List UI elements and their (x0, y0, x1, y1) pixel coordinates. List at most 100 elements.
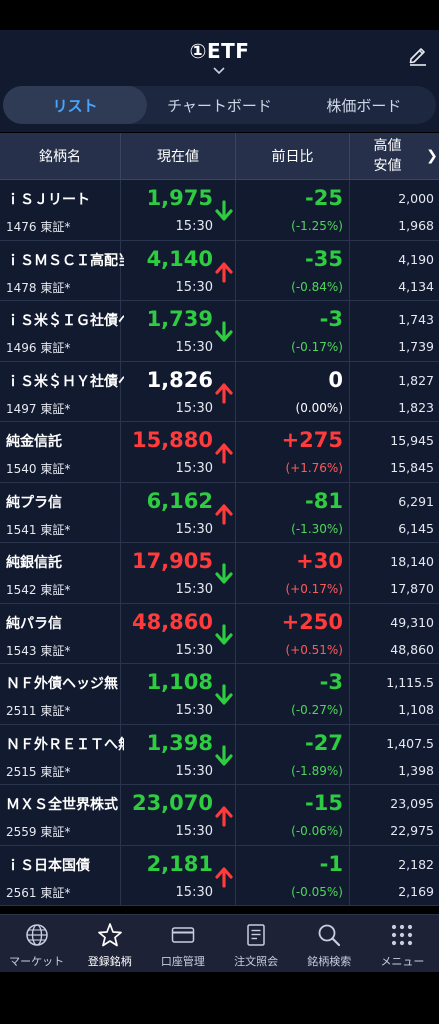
percent-change: (-1.89%) (291, 763, 343, 778)
price-change: +250 (281, 609, 343, 634)
price-time: 15:30 (175, 461, 213, 476)
name-cell: 純銀信託 1542 東証* (0, 543, 121, 603)
column-change[interactable]: 前日比 (236, 133, 350, 179)
arrow-down-icon (215, 744, 233, 766)
high-price: 6,291 (398, 493, 434, 509)
change-cell: -27 (-1.89%) (236, 724, 350, 784)
arrow-down-icon (215, 684, 233, 705)
watchlist-title[interactable]: ①ETF (0, 39, 439, 63)
low-price: 17,870 (390, 581, 434, 596)
price-time: 15:30 (175, 279, 213, 295)
nav-item-star[interactable]: 登録銘柄 (73, 915, 146, 972)
stock-row[interactable]: ｉＳ米＄ＩＧ社債ヘジ 1496 東証* 1,739 15:30 -3 (-0.17%) 1,… (0, 301, 439, 362)
stock-name: ｉＳ日本国債 (6, 857, 90, 874)
search-icon (318, 924, 341, 947)
price-change: -27 (305, 730, 343, 755)
price-time: 15:30 (175, 642, 213, 658)
price-time: 15:30 (175, 824, 213, 839)
name-cell: ＮＦ外ＲＥＩＴへ無 2515 東証* (0, 724, 124, 784)
price-cell: 15,880 15:30 (121, 422, 236, 482)
tab-price-board[interactable]: 株価ボード (292, 86, 436, 124)
current-price: 15,880 (131, 428, 213, 452)
change-cell: -81 (-1.30%) (236, 482, 350, 542)
nav-item-globe[interactable]: マーケット (0, 915, 73, 972)
name-cell: ｉＳＪリート 1476 東証* (0, 180, 121, 240)
percent-change: (-0.17%) (291, 340, 343, 354)
stock-name: ＭＸＳ全世界株式 (6, 797, 118, 813)
card-icon (171, 927, 195, 943)
pencil-icon[interactable] (407, 44, 429, 66)
next-columns-chevron-icon[interactable]: ❯ (425, 133, 439, 179)
nav-item-grid[interactable]: メニュー (366, 915, 439, 972)
star-icon (97, 923, 122, 947)
arrow-up-icon (215, 503, 233, 525)
stock-row[interactable]: ｉＳＭＳＣＩ高配当 1478 東証* 4,140 15:30 -35 (-0.84%) 4,… (0, 240, 439, 301)
stock-row[interactable]: 純銀信託 1542 東証* 17,905 15:30 +30 (+0.17%) 18,140… (0, 543, 439, 604)
stock-row[interactable]: ＭＸＳ全世界株式 2559 東証* 23,070 15:30 -15 (-0.06%) 23… (0, 785, 439, 846)
price-time: 15:30 (175, 340, 213, 355)
high-low-cell: 1,827 1,823 (350, 362, 439, 422)
column-name[interactable]: 銘柄名 (0, 133, 121, 179)
percent-change: (+0.17%) (285, 582, 343, 596)
low-price: 1,968 (398, 218, 434, 233)
low-price: 6,145 (398, 520, 434, 536)
column-price[interactable]: 現在値 (121, 133, 236, 179)
price-change: -1 (319, 851, 343, 876)
stock-row[interactable]: ｉＳ米＄ＨＹ社債ヘジ 1497 東証* 1,826 15:30 0 (0.00%) 1,82… (0, 361, 439, 422)
view-tabs: リスト チャートボード 株価ボード (3, 86, 436, 124)
stock-name: 純パラ信 (6, 615, 62, 632)
current-price: 6,162 (146, 488, 213, 513)
high-low-cell: 1,115.5 1,108 (350, 664, 439, 724)
stock-row[interactable]: ＮＦ外ＲＥＩＴへ無 2515 東証* 1,398 15:30 -27 (-1.89%) 1,… (0, 724, 439, 785)
stock-name: 純プラ信 (6, 494, 62, 511)
low-price: 48,860 (390, 641, 434, 657)
price-change: -35 (305, 246, 343, 271)
change-cell: -35 (-0.84%) (236, 240, 350, 300)
price-change: 0 (328, 367, 343, 392)
arrow-down-icon (215, 200, 233, 221)
nav-item-search[interactable]: 銘柄検索 (293, 915, 366, 972)
stock-row[interactable]: ｉＳＪリート 1476 東証* 1,975 15:30 -25 (-1.25%) 2,000… (0, 180, 439, 241)
low-price: 1,108 (398, 702, 434, 717)
stock-row[interactable]: 純プラ信 1541 東証* 6,162 15:30 -81 (-1.30%) 6,291 6,… (0, 482, 439, 543)
stock-row[interactable]: 純パラ信 1543 東証* 48,860 15:30 +250 (+0.51%) 49,31… (0, 603, 439, 664)
nav-item-label: 銘柄検索 (307, 955, 352, 968)
high-price: 4,190 (398, 251, 434, 267)
stock-row[interactable]: ＮＦ外債ヘッジ無 2511 東証* 1,108 15:30 -3 (-0.27%) 1,11… (0, 664, 439, 725)
arrow-up-icon (215, 806, 233, 827)
system-nav-bar (0, 972, 439, 1024)
document-icon (247, 924, 265, 946)
percent-change: (+1.76%) (285, 461, 343, 475)
tab-chart-board[interactable]: チャートボード (147, 86, 291, 124)
stock-row[interactable]: ｉＳ日本国債 2561 東証* 2,181 15:30 -1 (-0.05%) 2,182 2… (0, 845, 439, 906)
high-low-cell: 2,182 2,169 (350, 846, 439, 906)
high-low-cell: 1,407.5 1,398 (350, 725, 439, 785)
low-price: 15,845 (390, 460, 434, 475)
price-time: 15:30 (175, 219, 213, 234)
low-price: 2,169 (398, 883, 434, 899)
chevron-down-icon[interactable] (212, 67, 226, 75)
percent-change: (-1.30%) (291, 521, 343, 536)
arrow-up-icon (215, 261, 233, 283)
high-price: 1,115.5 (386, 675, 434, 690)
price-cell: 1,108 15:30 (121, 664, 236, 724)
tab-list[interactable]: リスト (3, 86, 148, 124)
price-time: 15:30 (175, 582, 213, 597)
nav-item-card[interactable]: 口座管理 (146, 915, 219, 972)
change-cell: +30 (+0.17%) (236, 543, 350, 603)
name-cell: ＮＦ外債ヘッジ無 2511 東証* (0, 664, 121, 724)
price-change: +30 (296, 549, 343, 573)
low-price: 1,823 (398, 399, 434, 415)
arrow-up-icon (215, 443, 233, 464)
arrow-down-icon (215, 563, 233, 584)
stock-code: 1476 東証* (6, 220, 71, 234)
price-time: 15:30 (175, 400, 213, 416)
stock-code: 1497 東証* (6, 401, 71, 416)
price-cell: 1,975 15:30 (121, 180, 236, 240)
column-high-low[interactable]: 高値 安値 (350, 133, 425, 179)
percent-change: (-0.06%) (291, 824, 343, 838)
stock-name: 純金信託 (6, 434, 62, 450)
nav-item-document[interactable]: 注文照会 (220, 915, 293, 972)
stock-row[interactable]: 純金信託 1540 東証* 15,880 15:30 +275 (+1.76%) 15,94… (0, 422, 439, 483)
stock-list: ｉＳＪリート 1476 東証* 1,975 15:30 -25 (-1.25%) 2,000… (0, 180, 439, 906)
